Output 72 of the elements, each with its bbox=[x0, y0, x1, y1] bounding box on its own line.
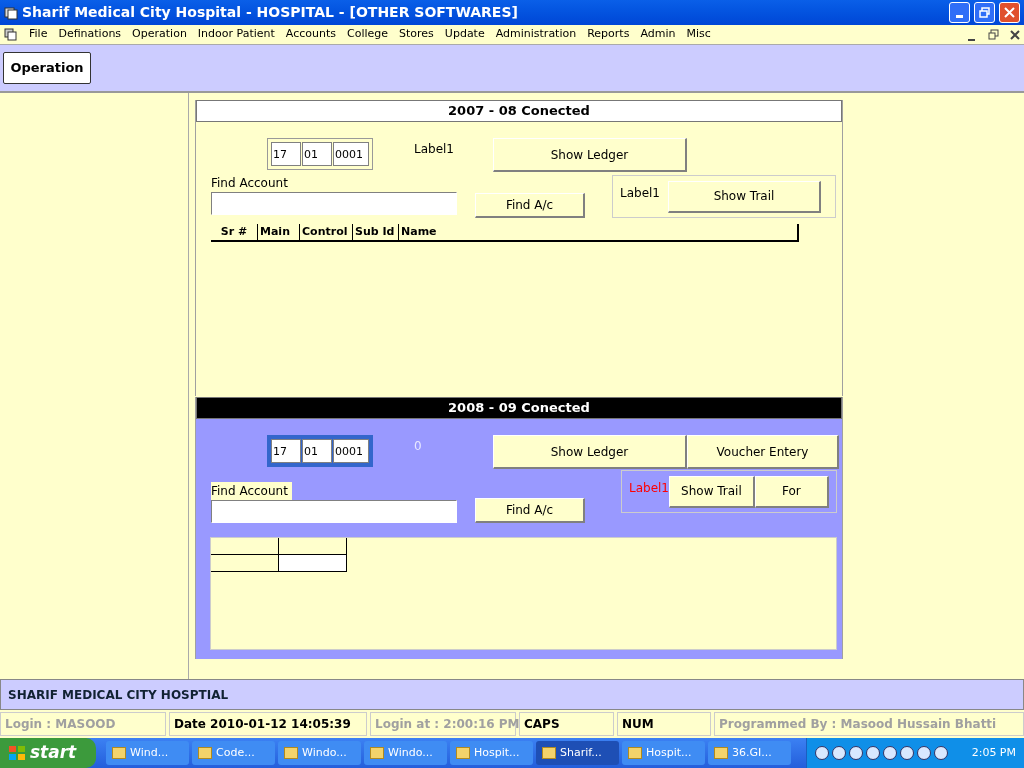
column-header: Sub Id bbox=[353, 224, 399, 240]
show-trail-button[interactable]: Show Trail bbox=[668, 180, 821, 213]
clock: 2:05 PM bbox=[971, 744, 1016, 761]
status-panel: NUM bbox=[617, 712, 711, 736]
for-button[interactable]: For bbox=[754, 475, 829, 508]
close-button[interactable] bbox=[999, 2, 1020, 23]
code-field[interactable]: 0001 bbox=[333, 439, 369, 463]
status-panel: Date 2010-01-12 14:05:39 bbox=[169, 712, 367, 736]
find-account-button[interactable]: Find A/c bbox=[475, 498, 585, 523]
tray-icon[interactable] bbox=[866, 746, 880, 760]
column-header: Main bbox=[258, 224, 300, 240]
restore-icon[interactable] bbox=[988, 29, 999, 40]
find-account-button[interactable]: Find A/c bbox=[475, 193, 585, 218]
column-header: Control bbox=[300, 224, 353, 240]
tray-icon[interactable] bbox=[900, 746, 914, 760]
find-account-label: Find Account bbox=[211, 482, 292, 500]
status-panel: CAPS bbox=[519, 712, 614, 736]
restore-icon bbox=[979, 7, 990, 18]
start-button[interactable]: start bbox=[0, 738, 96, 768]
find-account-label: Find Account bbox=[211, 175, 289, 192]
code-field[interactable]: 0001 bbox=[333, 142, 369, 166]
show-ledger-button[interactable]: Show Ledger bbox=[493, 138, 687, 172]
menu-item[interactable]: Reports bbox=[587, 26, 630, 43]
find-account-field[interactable] bbox=[211, 192, 457, 215]
show-trail-button[interactable]: Show Trail bbox=[669, 475, 755, 508]
menu-item[interactable]: Administration bbox=[495, 26, 577, 43]
status-panel: Login : MASOOD bbox=[0, 712, 166, 736]
app-icon bbox=[4, 5, 18, 20]
code-field[interactable]: 17 bbox=[271, 142, 301, 166]
menu-item[interactable]: Misc bbox=[686, 26, 711, 43]
menu-item[interactable]: Admin bbox=[640, 26, 676, 43]
menu-item[interactable]: Indoor Patient bbox=[197, 26, 275, 43]
taskbar-button[interactable]: Sharif... bbox=[536, 741, 619, 765]
section-header: 2008 - 09 Conected bbox=[196, 397, 842, 419]
tray-icon[interactable] bbox=[832, 746, 846, 760]
menu-item[interactable]: Definations bbox=[58, 26, 122, 43]
windows-logo bbox=[8, 745, 26, 761]
menu-item[interactable]: Stores bbox=[399, 26, 434, 43]
window-title: Sharif Medical City Hospital - HOSPITAL - [OTHER SOFTWARES] bbox=[22, 3, 519, 22]
footer-title: SHARIF MEDICAL CITY HOSPTIAL bbox=[8, 686, 229, 704]
voucher-entry-button[interactable]: Voucher Entery bbox=[687, 435, 839, 469]
column-header: Name bbox=[399, 224, 798, 240]
close-icon[interactable] bbox=[1010, 29, 1020, 40]
minimize-button[interactable] bbox=[949, 2, 970, 23]
menu-item[interactable]: Operation bbox=[132, 26, 187, 43]
code-field[interactable]: 01 bbox=[302, 439, 332, 463]
restore-button[interactable] bbox=[974, 2, 995, 23]
tray-icon[interactable] bbox=[917, 746, 931, 760]
tray-icon[interactable] bbox=[815, 746, 829, 760]
column-header: Sr # bbox=[211, 224, 258, 240]
info-label: 0 bbox=[414, 438, 423, 455]
tray-icon[interactable] bbox=[883, 746, 897, 760]
menu-item[interactable]: File bbox=[29, 26, 48, 43]
section-header: 2007 - 08 Conected bbox=[196, 100, 842, 122]
grid-cell[interactable] bbox=[279, 555, 347, 572]
code-field[interactable]: 01 bbox=[302, 142, 332, 166]
operation-button[interactable]: Operation bbox=[3, 52, 91, 84]
find-account-field[interactable] bbox=[211, 500, 457, 523]
trail-label: Label1 bbox=[620, 185, 660, 202]
tray-icon[interactable] bbox=[934, 746, 948, 760]
menu-item[interactable]: Update bbox=[444, 26, 485, 43]
status-panel: Programmed By : Masood Hussain Bhatti bbox=[714, 712, 1024, 736]
info-label: Label1 bbox=[414, 141, 455, 158]
document-icon bbox=[4, 28, 18, 41]
grid-cell[interactable] bbox=[211, 538, 279, 555]
tray-icon[interactable] bbox=[849, 746, 863, 760]
close-icon bbox=[1004, 7, 1015, 18]
menu-item[interactable]: Accounts bbox=[285, 26, 336, 43]
menu-item[interactable]: College bbox=[347, 26, 389, 43]
trail-label: Label1 bbox=[629, 480, 669, 497]
code-field[interactable]: 17 bbox=[271, 439, 301, 463]
show-ledger-button[interactable]: Show Ledger bbox=[493, 435, 687, 469]
